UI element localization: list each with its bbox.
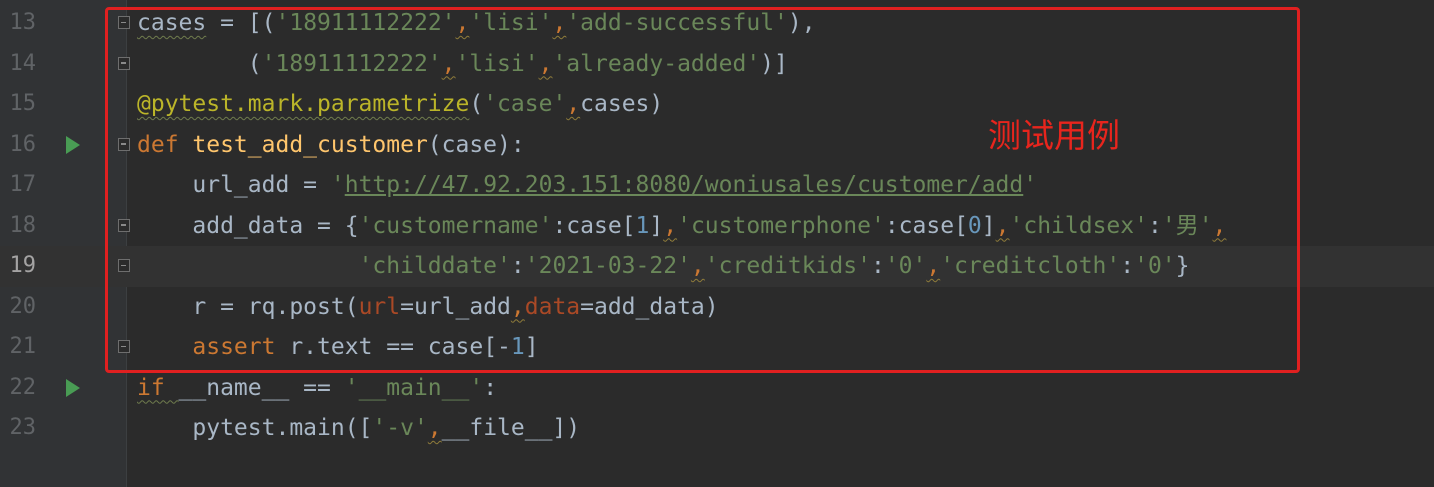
code-line-23[interactable]: 23 pytest.main(['-v',__file__]) (0, 408, 1434, 449)
code-text[interactable]: if __name__ == '__main__': (137, 368, 497, 409)
run-gutter-icon[interactable] (66, 135, 80, 154)
line-number: 17 (9, 172, 37, 197)
line-number: 22 (9, 374, 37, 400)
code-line-22[interactable]: 22 if __name__ == '__main__': (0, 368, 1434, 409)
line-number: 19 (9, 253, 37, 278)
line-number: 14 (9, 50, 37, 76)
line-number: 21 (9, 334, 37, 359)
line-number: 15 (9, 91, 37, 116)
annotation-label: 测试用例 (988, 116, 1120, 155)
line-number: 18 (9, 212, 37, 238)
test-case-highlight-box (105, 7, 1300, 373)
line-number: 13 (9, 10, 37, 35)
line-number: 20 (9, 293, 37, 319)
code-text[interactable]: pytest.main(['-v',__file__]) (137, 408, 580, 449)
line-number: 16 (9, 131, 37, 157)
run-gutter-icon[interactable] (66, 378, 80, 397)
line-number: 23 (9, 415, 37, 440)
